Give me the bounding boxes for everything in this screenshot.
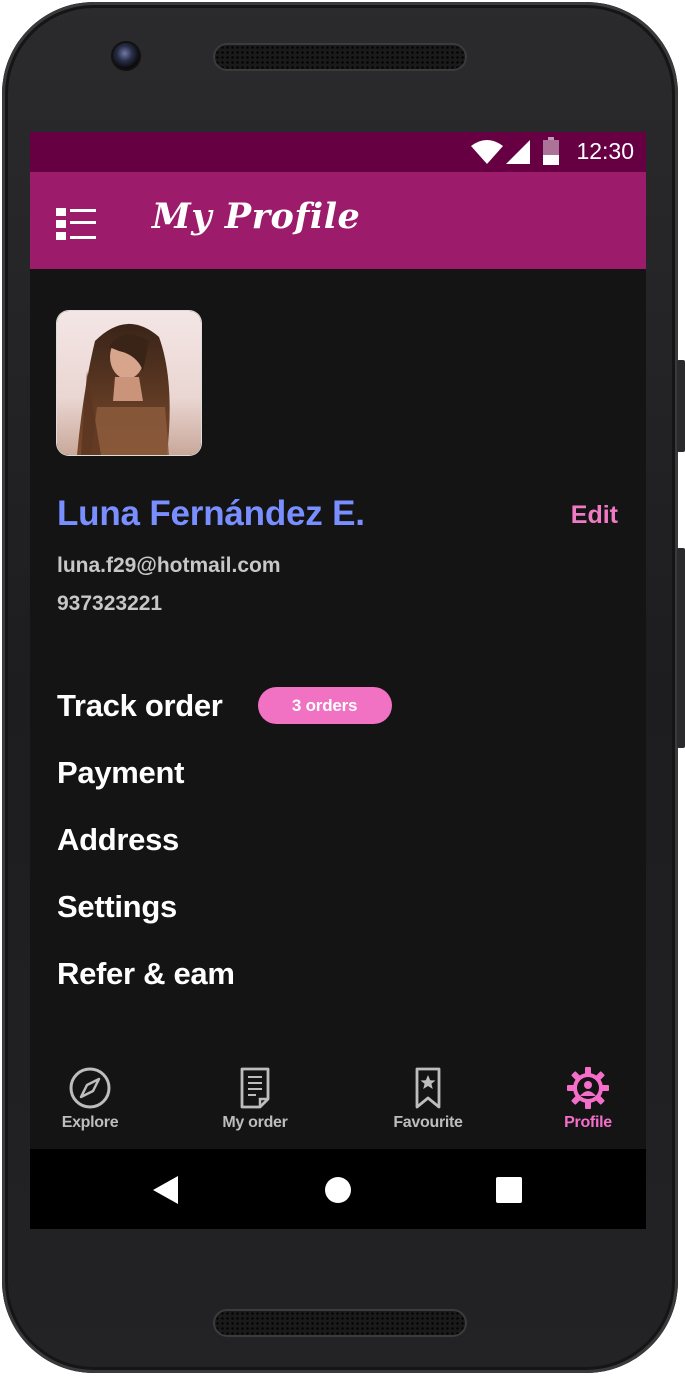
menu-item-label: Track order	[57, 687, 223, 723]
system-nav-bar	[30, 1149, 646, 1229]
front-camera	[113, 43, 139, 69]
orders-count-badge: 3 orders	[257, 687, 392, 724]
bottom-nav: Explore My order Favourite Profile	[30, 1066, 646, 1148]
menu-item-label: Payment	[57, 754, 185, 790]
receipt-icon	[240, 1067, 270, 1109]
menu-item-label: Address	[57, 821, 179, 857]
compass-icon	[69, 1067, 111, 1109]
nav-item-explore[interactable]: Explore	[30, 1066, 150, 1132]
wifi-icon	[471, 140, 503, 164]
nav-item-profile[interactable]: Profile	[528, 1066, 646, 1132]
menu-item-settings[interactable]: Settings	[57, 873, 617, 940]
avatar[interactable]	[57, 311, 201, 455]
app-bar: My Profile	[30, 172, 646, 269]
volume-button[interactable]	[677, 548, 685, 748]
status-time: 12:30	[576, 138, 634, 164]
menu-item-label: Refer & eam	[57, 955, 235, 991]
user-email: luna.f29@hotmail.com	[57, 554, 281, 577]
gear-user-icon	[567, 1067, 609, 1109]
bottom-speaker	[215, 1311, 465, 1335]
menu-item-refer[interactable]: Refer & eam	[57, 940, 617, 1007]
cell-signal-icon	[506, 140, 530, 164]
menu-list-icon[interactable]	[56, 208, 96, 240]
user-phone: 937323221	[57, 592, 163, 615]
menu-item-payment[interactable]: Payment	[57, 739, 617, 806]
recents-icon[interactable]	[495, 1176, 523, 1204]
user-name: Luna Fernández E.	[57, 494, 365, 533]
back-icon[interactable]	[152, 1175, 180, 1205]
menu-item-label: Settings	[57, 888, 177, 924]
page-title: My Profile	[152, 196, 361, 237]
menu-item-address[interactable]: Address	[57, 806, 617, 873]
earpiece-speaker	[215, 45, 465, 69]
bookmark-star-icon	[415, 1067, 441, 1109]
menu-item-track-order[interactable]: Track order 3 orders	[57, 672, 617, 739]
profile-menu: Track order 3 orders Payment Address Set…	[57, 672, 617, 1007]
nav-item-my-order[interactable]: My order	[195, 1066, 315, 1132]
home-icon[interactable]	[324, 1176, 352, 1204]
nav-label: Favourite	[393, 1114, 463, 1131]
nav-label: Profile	[564, 1114, 612, 1131]
nav-label: Explore	[61, 1114, 119, 1131]
battery-icon	[543, 137, 559, 165]
screen: 12:30 My Profile Luna Fernández E. Edit …	[30, 132, 646, 1229]
nav-label: My order	[222, 1114, 288, 1131]
edit-profile-link[interactable]: Edit	[571, 501, 618, 530]
power-button[interactable]	[677, 360, 685, 452]
nav-item-favourite[interactable]: Favourite	[368, 1066, 488, 1132]
status-bar: 12:30	[30, 132, 646, 172]
